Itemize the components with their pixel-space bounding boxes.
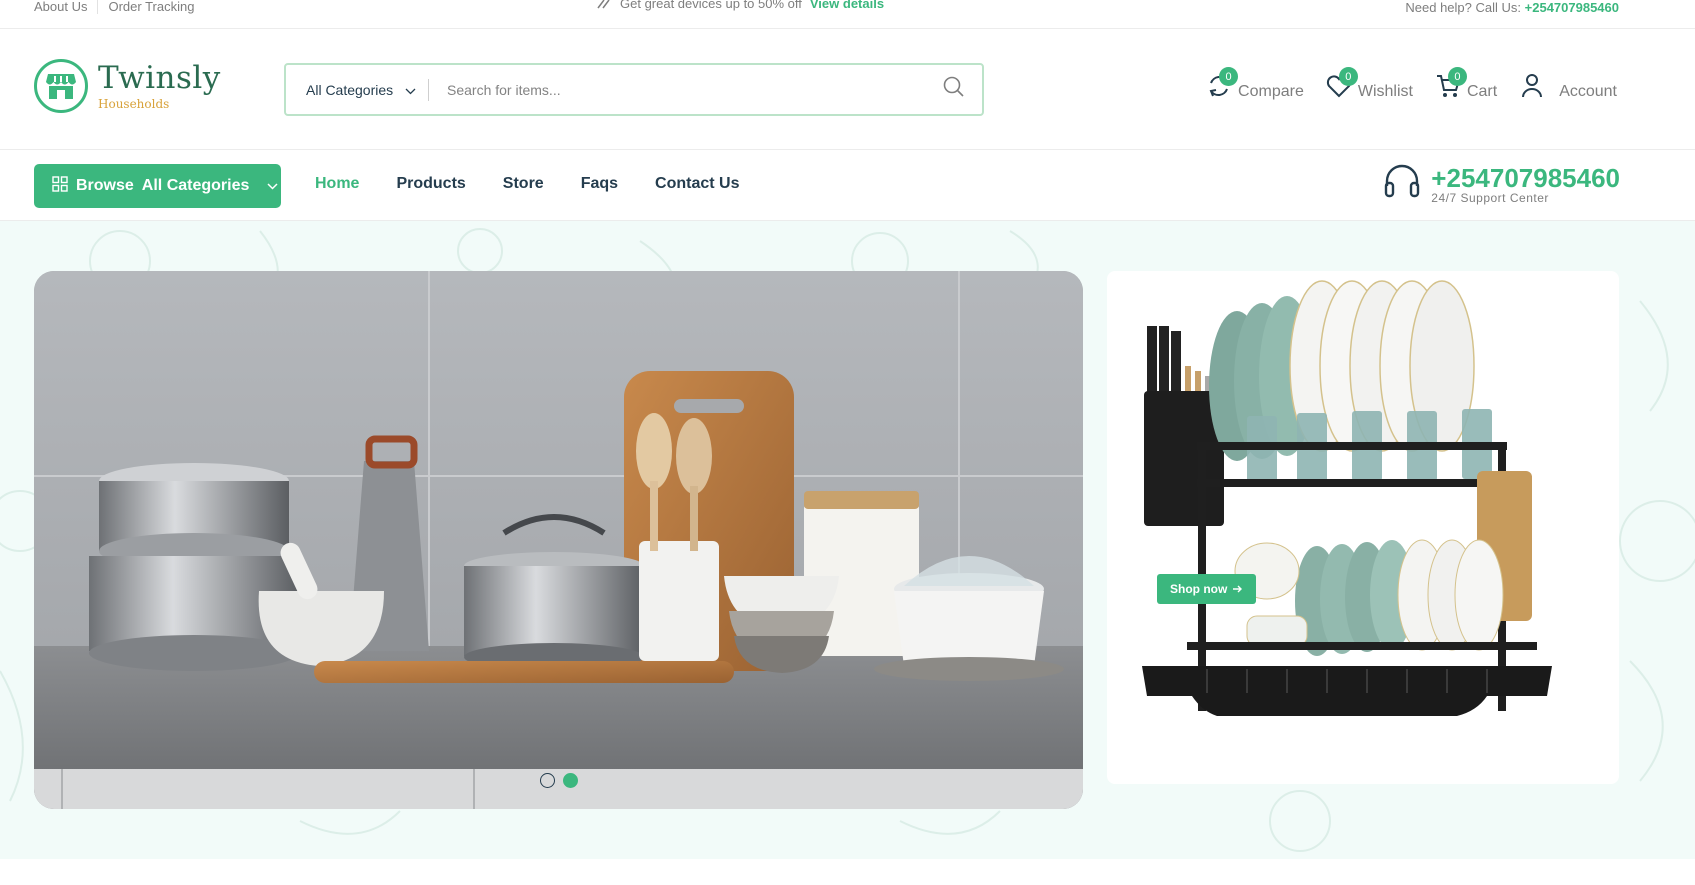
compare-count-badge: 0 — [1219, 67, 1239, 86]
support-phone[interactable]: +254707985460 — [1431, 165, 1620, 191]
promo-text: Get great devices up to 50% off — [620, 0, 802, 11]
headset-icon — [1383, 164, 1421, 205]
site-logo[interactable]: Twinsly Households — [34, 59, 221, 113]
browse-prefix: Browse — [76, 177, 134, 194]
compare-label: Compare — [1238, 83, 1304, 100]
cart-label: Cart — [1466, 83, 1498, 100]
header-actions: 0 Compare 0 Wishlist 0 Cart Account — [1204, 67, 1617, 103]
slider-dots — [540, 773, 578, 788]
support-subtitle: 24/7 Support Center — [1431, 190, 1549, 205]
hero-section: Shop now — [0, 221, 1695, 859]
nav-menu: Home Products Store Faqs Contact Us — [315, 175, 740, 193]
help-text: Need help? Call Us: — [1405, 0, 1522, 15]
view-details-link[interactable]: View details — [810, 0, 884, 11]
nav-item-home[interactable]: Home — [315, 175, 359, 193]
nav-item-faqs[interactable]: Faqs — [581, 175, 618, 193]
main-header: Twinsly Households All Categories 0 — [0, 29, 1695, 150]
storefront-icon — [34, 59, 88, 113]
kitchen-cookware-illustration — [34, 271, 1083, 809]
wishlist-button[interactable]: 0 Wishlist — [1324, 67, 1413, 103]
logo-tagline: Households — [98, 97, 170, 111]
wishlist-label: Wishlist — [1357, 83, 1413, 100]
grid-icon — [52, 175, 68, 197]
hero-slider-image[interactable] — [34, 271, 1083, 809]
category-select-value: All Categories — [306, 81, 394, 98]
help-contact: Need help? Call Us: +254707985460 — [1405, 0, 1619, 15]
slider-dot-2[interactable] — [563, 773, 578, 788]
user-icon — [1521, 73, 1543, 104]
compare-button[interactable]: 0 Compare — [1204, 67, 1304, 103]
shop-now-button[interactable]: Shop now — [1157, 574, 1257, 604]
order-tracking-link[interactable]: Order Tracking — [98, 0, 204, 14]
chevron-down-icon — [267, 177, 278, 195]
arrow-right-icon — [1233, 582, 1243, 596]
search-icon — [943, 76, 965, 103]
account-label: Account — [1559, 83, 1617, 100]
search-input[interactable] — [429, 65, 926, 114]
cart-button[interactable]: 0 Cart — [1433, 67, 1498, 103]
nav-item-contact-us[interactable]: Contact Us — [655, 175, 739, 193]
promo-banner: Get great devices up to 50% off View det… — [596, 0, 884, 11]
category-select[interactable]: All Categories — [286, 65, 428, 114]
account-button[interactable]: Account — [1517, 73, 1617, 103]
main-nav: Browse All Categories Home Products Stor… — [0, 150, 1695, 221]
slider-dot-1[interactable] — [540, 773, 555, 788]
nav-item-products[interactable]: Products — [396, 175, 465, 193]
search-bar: All Categories — [284, 63, 984, 116]
support-center: +254707985460 24/7 Support Center — [1383, 164, 1620, 205]
browse-categories-button[interactable]: Browse All Categories — [34, 164, 281, 208]
top-bar: About Us Order Tracking Get great device… — [0, 0, 1695, 29]
logo-name: Twinsly — [98, 60, 221, 96]
dish-rack-illustration — [1142, 280, 1552, 716]
lightning-icon — [596, 0, 612, 10]
help-phone[interactable]: +254707985460 — [1525, 0, 1619, 15]
cart-count-badge: 0 — [1447, 67, 1467, 86]
browse-label: All Categories — [141, 177, 250, 194]
search-button[interactable] — [926, 65, 982, 114]
promo-card[interactable]: Shop now — [1107, 271, 1619, 784]
chevron-down-icon — [405, 82, 416, 98]
top-links: About Us Order Tracking — [34, 0, 204, 14]
shop-now-label: Shop now — [1170, 582, 1228, 596]
about-us-link[interactable]: About Us — [34, 0, 99, 14]
wishlist-count-badge: 0 — [1338, 67, 1358, 86]
nav-item-store[interactable]: Store — [503, 175, 544, 193]
